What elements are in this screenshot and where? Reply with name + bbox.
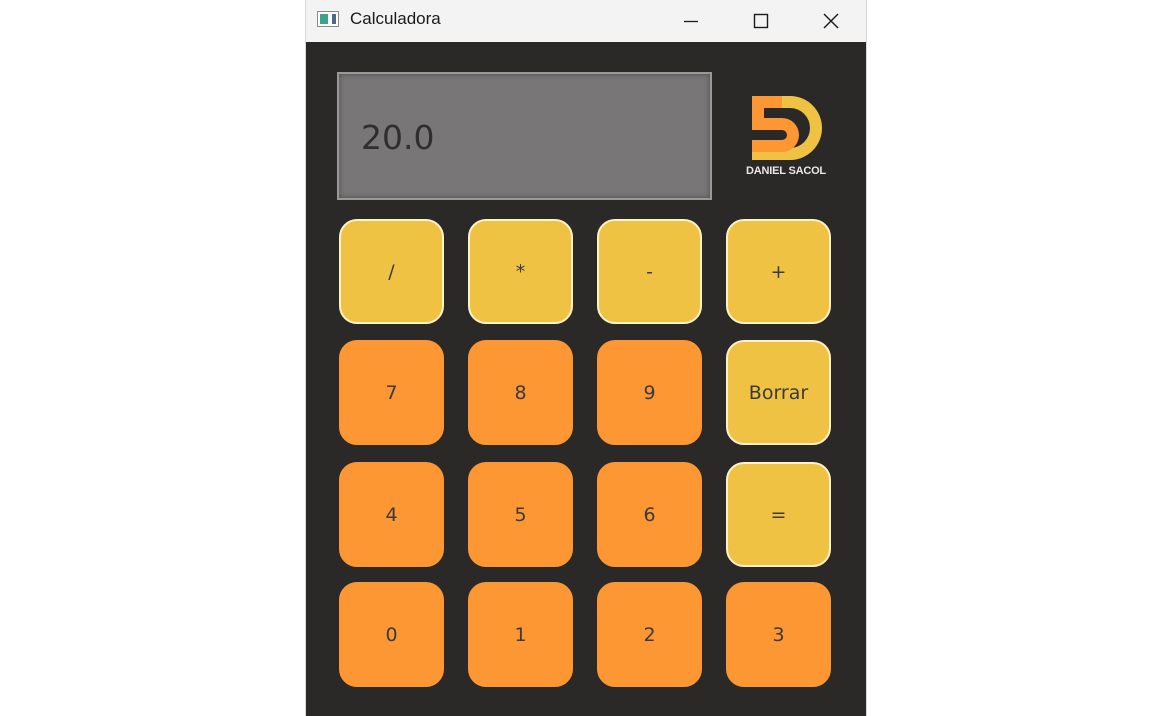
brand-logo: DANIEL SACOL (736, 92, 836, 182)
logo-mark-icon (752, 96, 822, 160)
equals-button[interactable]: = (726, 462, 831, 567)
close-icon (823, 13, 839, 29)
close-button[interactable] (796, 0, 866, 42)
digit-2-button[interactable]: 2 (597, 582, 702, 687)
digit-0-button[interactable]: 0 (339, 582, 444, 687)
calculator-window: Calculadora 20.0 DANIEL SACOL / * - + 7 … (306, 0, 866, 716)
digit-9-button[interactable]: 9 (597, 340, 702, 445)
display-value: 20.0 (361, 118, 435, 157)
digit-6-button[interactable]: 6 (597, 462, 702, 567)
divide-button[interactable]: / (339, 219, 444, 324)
maximize-button[interactable] (726, 0, 796, 42)
digit-5-button[interactable]: 5 (468, 462, 573, 567)
multiply-button[interactable]: * (468, 219, 573, 324)
window-title: Calculadora (350, 9, 441, 28)
digit-7-button[interactable]: 7 (339, 340, 444, 445)
maximize-icon (753, 13, 769, 29)
clear-button[interactable]: Borrar (726, 340, 831, 445)
digit-1-button[interactable]: 1 (468, 582, 573, 687)
digit-8-button[interactable]: 8 (468, 340, 573, 445)
logo-text: DANIEL SACOL (746, 165, 826, 177)
minimize-icon (684, 20, 698, 23)
digit-3-button[interactable]: 3 (726, 582, 831, 687)
add-button[interactable]: + (726, 219, 831, 324)
subtract-button[interactable]: - (597, 219, 702, 324)
app-icon (317, 11, 339, 27)
minimize-button[interactable] (656, 0, 726, 42)
result-display: 20.0 (337, 72, 712, 200)
title-bar[interactable]: Calculadora (306, 0, 866, 42)
digit-4-button[interactable]: 4 (339, 462, 444, 567)
